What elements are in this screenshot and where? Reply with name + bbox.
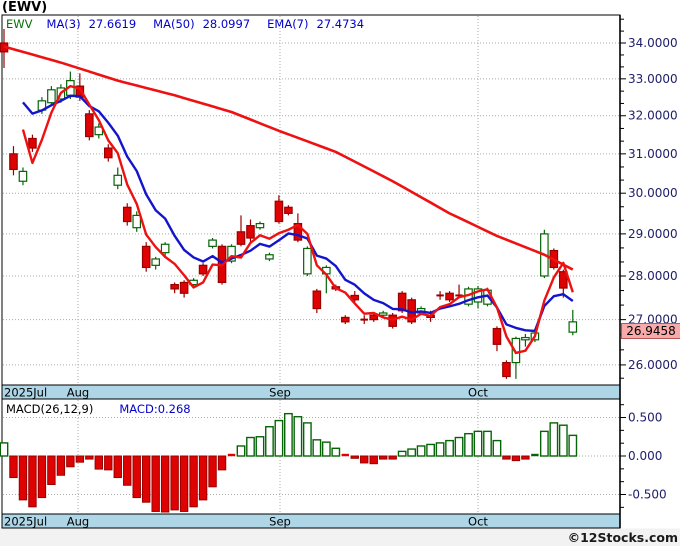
svg-text:26.0000: 26.0000 (628, 358, 678, 372)
legend-ema7-label: EMA(7) (267, 17, 309, 31)
svg-text:32.0000: 32.0000 (628, 109, 678, 123)
svg-text:0.000: 0.000 (628, 449, 662, 463)
page-title: (EWV) (2, 0, 48, 15)
stock-chart-page: 34.0000 33.0000 32.0000 31.0000 30.0000 29.00… (0, 0, 680, 546)
svg-text:Aug: Aug (67, 386, 89, 400)
svg-text:0.500: 0.500 (628, 411, 662, 425)
svg-text:2025Jul: 2025Jul (4, 515, 47, 529)
svg-text:Sep: Sep (269, 515, 291, 529)
watermark-link: ©12Stocks.com (567, 530, 678, 545)
svg-text:33.0000: 33.0000 (628, 72, 678, 86)
chart-canvas: 34.0000 33.0000 32.0000 31.0000 30.0000 29.00… (0, 14, 680, 546)
price-legend: EWV MA(3) 27.6619 MA(50) 28.0997 EMA(7) … (6, 17, 381, 31)
svg-text:28.0000: 28.0000 (628, 269, 678, 283)
macd-legend: MACD(26,12,9) MACD:0.268 (6, 402, 191, 416)
current-price-badge: 26.9458 (621, 323, 680, 339)
macd-params-label: MACD(26,12,9) (6, 402, 94, 416)
svg-text:34.0000: 34.0000 (628, 36, 678, 50)
svg-text:Oct: Oct (468, 386, 488, 400)
svg-text:30.0000: 30.0000 (628, 186, 678, 200)
svg-text:-0.500: -0.500 (628, 488, 667, 502)
svg-text:29.0000: 29.0000 (628, 227, 678, 241)
svg-text:Oct: Oct (468, 515, 488, 529)
svg-text:2025Jul: 2025Jul (4, 386, 47, 400)
legend-symbol: EWV (6, 17, 33, 31)
macd-current-value: MACD:0.268 (119, 402, 191, 416)
legend-ma50-value: 28.0997 (202, 17, 251, 31)
legend-ema7-value: 27.4734 (316, 17, 365, 31)
legend-ma3-label: MA(3) (46, 17, 81, 31)
legend-ma3-value: 27.6619 (88, 17, 137, 31)
svg-text:Aug: Aug (67, 515, 89, 529)
svg-text:31.0000: 31.0000 (628, 147, 678, 161)
svg-text:Sep: Sep (269, 386, 291, 400)
legend-ma50-label: MA(50) (153, 17, 195, 31)
